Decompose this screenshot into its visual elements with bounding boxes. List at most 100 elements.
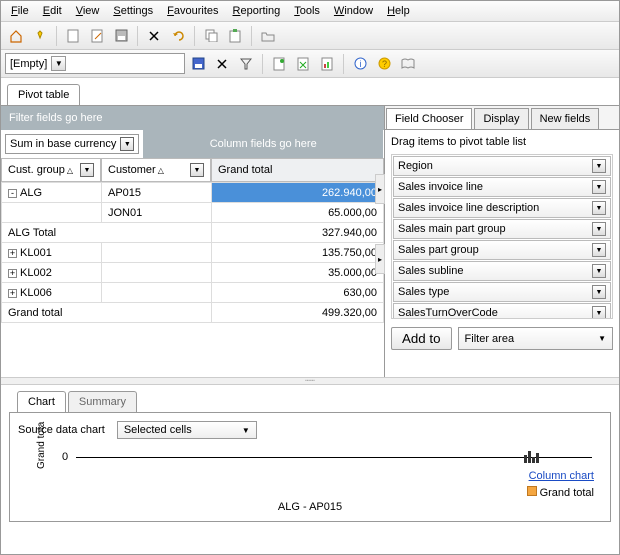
chooser-hint: Drag items to pivot table list bbox=[391, 136, 613, 148]
horizontal-splitter[interactable]: ┄┄ bbox=[1, 377, 619, 385]
chevron-down-icon[interactable]: ▼ bbox=[592, 222, 606, 236]
report-icon[interactable] bbox=[316, 53, 338, 75]
chart-type-link[interactable]: Column chart bbox=[529, 470, 594, 482]
table-row[interactable]: Grand total499.320,00 bbox=[2, 303, 384, 323]
copy-icon[interactable] bbox=[200, 25, 222, 47]
field-list[interactable]: Region▼Sales invoice line▼Sales invoice … bbox=[391, 154, 613, 319]
help-icon[interactable]: ? bbox=[373, 53, 395, 75]
table-row[interactable]: -ALGAP015262.940,00 bbox=[2, 183, 384, 203]
col-grand-total: Grand total bbox=[211, 158, 384, 182]
table-row[interactable]: ALG Total327.940,00 bbox=[2, 223, 384, 243]
field-item[interactable]: Sales main part group▼ bbox=[393, 219, 611, 239]
svg-text:i: i bbox=[359, 59, 361, 69]
side-tab-display[interactable]: Display bbox=[474, 108, 528, 129]
book-icon[interactable] bbox=[397, 53, 419, 75]
tab-summary[interactable]: Summary bbox=[68, 391, 137, 412]
expand-handle-right[interactable]: ▸ bbox=[375, 244, 385, 274]
folder-icon[interactable] bbox=[257, 25, 279, 47]
menu-tools[interactable]: Tools bbox=[288, 3, 326, 19]
collapse-icon[interactable]: - bbox=[8, 189, 17, 198]
menu-favourites[interactable]: Favourites bbox=[161, 3, 224, 19]
tab-pivot-table[interactable]: Pivot table bbox=[7, 84, 80, 105]
export-icon[interactable] bbox=[268, 53, 290, 75]
add-to-button[interactable]: Add to bbox=[391, 327, 452, 350]
paste-icon[interactable] bbox=[224, 25, 246, 47]
chevron-down-icon[interactable]: ▼ bbox=[120, 137, 134, 151]
table-row[interactable]: +KL006630,00 bbox=[2, 283, 384, 303]
field-item[interactable]: Sales type▼ bbox=[393, 282, 611, 302]
save-icon[interactable] bbox=[110, 25, 132, 47]
view-combo-text: [Empty] bbox=[10, 58, 47, 70]
field-item[interactable]: Region▼ bbox=[393, 156, 611, 176]
side-tab-new-fields[interactable]: New fields bbox=[531, 108, 600, 129]
chevron-down-icon[interactable]: ▼ bbox=[51, 56, 66, 71]
menu-view[interactable]: View bbox=[70, 3, 106, 19]
chevron-down-icon: ▼ bbox=[598, 334, 606, 343]
menu-reporting[interactable]: Reporting bbox=[227, 3, 287, 19]
col-cust-group[interactable]: Cust. group bbox=[8, 164, 65, 176]
menu-file[interactable]: File bbox=[5, 3, 35, 19]
sum-field-chip[interactable]: Sum in base currency ▼ bbox=[5, 134, 139, 154]
info-icon[interactable]: i bbox=[349, 53, 371, 75]
chevron-down-icon[interactable]: ▼ bbox=[592, 306, 606, 319]
table-row[interactable]: +KL00235.000,00 bbox=[2, 263, 384, 283]
menu-window[interactable]: Window bbox=[328, 3, 379, 19]
menu-settings[interactable]: Settings bbox=[107, 3, 159, 19]
filter-dropdown-icon[interactable]: ▼ bbox=[190, 163, 204, 177]
home-icon[interactable] bbox=[5, 25, 27, 47]
field-item[interactable]: Sales invoice line▼ bbox=[393, 177, 611, 197]
excel-icon[interactable] bbox=[292, 53, 314, 75]
source-chart-label: Source data chart bbox=[18, 424, 105, 436]
pivot-table: -ALGAP015262.940,00JON0165.000,00ALG Tot… bbox=[1, 182, 384, 323]
filter-drop-area[interactable]: Filter fields go here bbox=[1, 106, 384, 130]
chevron-down-icon[interactable]: ▼ bbox=[592, 243, 606, 257]
chevron-down-icon: ▼ bbox=[242, 426, 250, 435]
column-drop-area[interactable]: Column fields go here bbox=[143, 130, 384, 158]
expand-icon[interactable]: + bbox=[8, 249, 17, 258]
chart-canvas: Grand tota 0 Column chart Grand total bbox=[36, 449, 602, 499]
tab-chart[interactable]: Chart bbox=[17, 391, 66, 412]
field-item[interactable]: Sales subline▼ bbox=[393, 261, 611, 281]
delete-view-icon[interactable] bbox=[211, 53, 233, 75]
expand-icon[interactable]: + bbox=[8, 289, 17, 298]
field-chooser-panel: Field ChooserDisplayNew fields Drag item… bbox=[384, 106, 619, 377]
sort-asc-icon[interactable]: △ bbox=[158, 166, 164, 175]
table-row[interactable]: JON0165.000,00 bbox=[2, 203, 384, 223]
chart-axis bbox=[76, 457, 592, 458]
axis-zero: 0 bbox=[62, 451, 68, 463]
chevron-down-icon[interactable]: ▼ bbox=[592, 285, 606, 299]
svg-text:?: ? bbox=[381, 59, 386, 69]
chart-panel: Source data chart Selected cells ▼ Grand… bbox=[9, 412, 611, 522]
field-item[interactable]: Sales invoice line description▼ bbox=[393, 198, 611, 218]
chart-x-label: ALG - AP015 bbox=[18, 501, 602, 513]
field-item[interactable]: SalesTurnOverCode▼ bbox=[393, 303, 611, 319]
toolbar-row-1 bbox=[1, 22, 619, 50]
chevron-down-icon[interactable]: ▼ bbox=[592, 201, 606, 215]
sort-asc-icon[interactable]: △ bbox=[67, 166, 73, 175]
menu-help[interactable]: Help bbox=[381, 3, 416, 19]
chart-bars-icon bbox=[524, 449, 544, 463]
source-chart-combo[interactable]: Selected cells ▼ bbox=[117, 421, 257, 439]
pin-icon[interactable] bbox=[29, 25, 51, 47]
menu-edit[interactable]: Edit bbox=[37, 3, 68, 19]
filter-icon[interactable] bbox=[235, 53, 257, 75]
table-row[interactable]: +KL001135.750,00 bbox=[2, 243, 384, 263]
col-customer[interactable]: Customer bbox=[108, 164, 156, 176]
undo-icon[interactable] bbox=[167, 25, 189, 47]
toolbar-row-2: [Empty] ▼ i ? bbox=[1, 50, 619, 78]
save-view-icon[interactable] bbox=[187, 53, 209, 75]
target-area-combo[interactable]: Filter area ▼ bbox=[458, 327, 613, 350]
view-combo[interactable]: [Empty] ▼ bbox=[5, 53, 185, 74]
chevron-down-icon[interactable]: ▼ bbox=[592, 159, 606, 173]
edit-icon[interactable] bbox=[86, 25, 108, 47]
new-icon[interactable] bbox=[62, 25, 84, 47]
expand-handle-right[interactable]: ▸ bbox=[375, 174, 385, 204]
filter-dropdown-icon[interactable]: ▼ bbox=[80, 163, 94, 177]
expand-icon[interactable]: + bbox=[8, 269, 17, 278]
field-item[interactable]: Sales part group▼ bbox=[393, 240, 611, 260]
chevron-down-icon[interactable]: ▼ bbox=[592, 264, 606, 278]
pivot-area: Filter fields go here Sum in base curren… bbox=[1, 106, 384, 377]
side-tab-field-chooser[interactable]: Field Chooser bbox=[386, 108, 472, 129]
delete-icon[interactable] bbox=[143, 25, 165, 47]
chevron-down-icon[interactable]: ▼ bbox=[592, 180, 606, 194]
